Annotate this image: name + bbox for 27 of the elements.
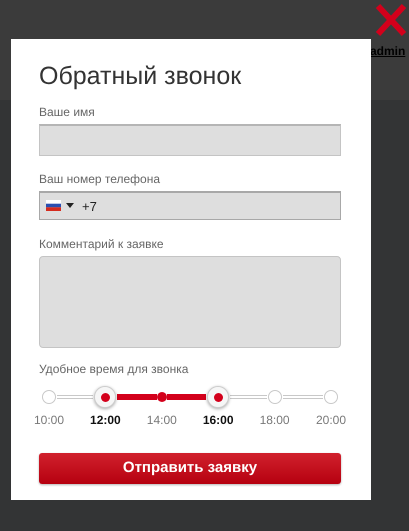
time-label: 16:00 (202, 412, 234, 429)
slider-track (282, 395, 323, 399)
comment-field[interactable] (39, 256, 341, 348)
time-label: 20:00 (316, 412, 346, 429)
field-label: Удобное время для звонка (39, 361, 190, 378)
field-label: Ваш номер телефона (39, 171, 162, 188)
slider-stop[interactable] (42, 390, 56, 404)
dialog-title: Обратный звонок (39, 61, 242, 91)
time-label: 12:00 (90, 412, 121, 429)
close-icon[interactable] (374, 2, 408, 38)
slider-handle[interactable] (94, 386, 116, 408)
slider-stop[interactable] (156, 392, 167, 402)
submit-button[interactable]: Отправить заявку (39, 453, 341, 484)
time-label: 10:00 (34, 412, 64, 429)
time-label: 14:00 (146, 412, 177, 429)
field-label: Ваше имя (39, 104, 96, 121)
slider-handle[interactable] (207, 386, 230, 408)
flag-icon[interactable] (46, 200, 61, 211)
slider-track (57, 395, 94, 399)
slider-stop[interactable] (268, 390, 282, 404)
name-field[interactable] (39, 124, 341, 156)
phone-field[interactable]: +7 (39, 191, 341, 220)
caret-icon[interactable] (66, 203, 74, 208)
slider-track (230, 395, 267, 399)
field-label: Комментарий к заявке (39, 236, 165, 253)
slider-stop[interactable] (324, 390, 338, 404)
time-label: 18:00 (260, 412, 290, 429)
